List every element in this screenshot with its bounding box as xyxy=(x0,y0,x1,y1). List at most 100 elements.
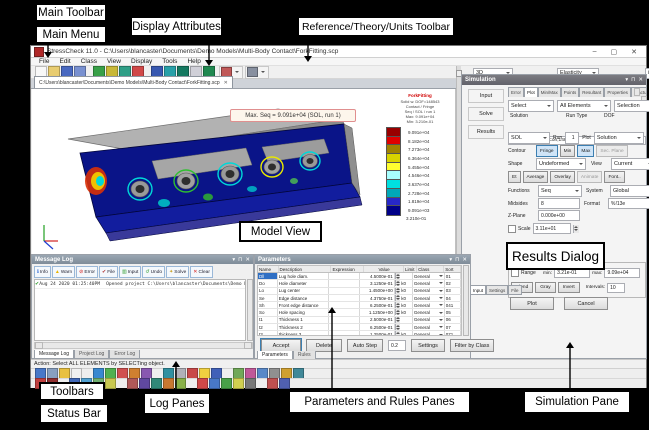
param-class-select[interactable]: General xyxy=(413,309,445,315)
toolbar-icon[interactable] xyxy=(197,378,208,389)
document-tab[interactable]: C:\Users\blancaster\Documents\Demo Model… xyxy=(34,76,233,88)
select-mode-select[interactable]: Select xyxy=(508,100,554,112)
toolbar-icon[interactable] xyxy=(187,379,196,388)
selection-select[interactable]: Selection xyxy=(614,100,649,112)
param-class-select[interactable]: General xyxy=(413,331,445,336)
results-tab[interactable]: Plot xyxy=(524,87,538,97)
intervals-field[interactable]: 10 xyxy=(607,283,625,293)
toolbar-icon[interactable] xyxy=(105,378,116,389)
menu-item[interactable]: Display xyxy=(127,57,156,66)
maximize-icon[interactable]: ▢ xyxy=(611,48,618,56)
contour-button[interactable]: Fringe xyxy=(536,145,558,157)
toolbar-icon[interactable] xyxy=(153,369,162,378)
run-field[interactable]: 1 xyxy=(565,132,579,144)
simulation-nav-button[interactable]: Solve xyxy=(468,107,504,121)
pane-close-icon[interactable]: ✕ xyxy=(462,257,467,263)
log-tab[interactable]: Project Log xyxy=(74,350,109,359)
col-value[interactable]: Value xyxy=(364,266,404,272)
log-tab[interactable]: Message Log xyxy=(34,350,74,359)
parameter-row[interactable]: Se Edge distance 4.3750e-01 k0 General 0… xyxy=(258,295,461,302)
pane-float-icon[interactable]: ⊓ xyxy=(238,257,242,263)
toolbar-icon[interactable] xyxy=(257,379,266,388)
toolbar-icon[interactable] xyxy=(221,378,232,389)
plot-tool-button[interactable]: Et xyxy=(508,171,521,183)
log-filter-button[interactable]: ✔ File xyxy=(99,266,118,278)
param-class-select[interactable]: General xyxy=(413,288,445,294)
results-tab[interactable]: Error xyxy=(508,87,524,97)
tab-scroll-left[interactable] xyxy=(634,88,640,96)
toolbar-icon[interactable] xyxy=(279,378,290,389)
menu-item[interactable]: Help xyxy=(183,57,204,66)
scroll-right-icon[interactable] xyxy=(244,342,252,349)
plot-tool-button[interactable]: Average xyxy=(523,171,549,183)
toolbar-icon[interactable] xyxy=(151,378,162,389)
param-class-select[interactable]: General xyxy=(413,302,445,308)
contour-button[interactable]: Sec. Plane xyxy=(596,145,627,157)
log-vscrollbar[interactable] xyxy=(247,279,253,341)
log-filter-button[interactable]: ✦ Solve xyxy=(166,266,189,278)
toolbar-icon[interactable] xyxy=(245,378,256,389)
parameter-row[interactable]: Do Hole diameter 3.1250e-01 k0 General 0… xyxy=(258,280,461,287)
toolbar-icon[interactable] xyxy=(83,369,92,378)
menu-item[interactable]: Class xyxy=(77,57,101,66)
tab-close-icon[interactable]: ✕ xyxy=(224,80,228,86)
settings-button[interactable]: Settings xyxy=(411,339,445,352)
pane-menu-icon[interactable]: ▾ xyxy=(449,257,452,263)
results-tab[interactable]: Points xyxy=(561,87,580,97)
scale-checkbox[interactable] xyxy=(508,225,516,233)
log-tab[interactable]: Error Log xyxy=(109,350,140,359)
cancel-button[interactable]: Cancel xyxy=(564,297,608,310)
col-limit[interactable]: Limit xyxy=(404,266,417,272)
minimize-icon[interactable]: – xyxy=(593,48,597,56)
parameter-row[interactable]: Dll Lug hole diam. 4.5000e-01 General 01 xyxy=(258,273,461,280)
param-class-select[interactable]: General xyxy=(413,324,445,330)
col-expression[interactable]: Expression xyxy=(331,266,364,272)
log-hscrollbar[interactable] xyxy=(34,342,253,349)
scroll-left-icon[interactable] xyxy=(35,342,43,349)
menu-item[interactable]: Edit xyxy=(55,57,74,66)
parameter-row[interactable]: t2 Thickness 2 6.2500e-01 General 07 xyxy=(258,324,461,331)
range-checkbox[interactable] xyxy=(511,269,519,277)
toolbar-icon[interactable] xyxy=(267,378,278,389)
log-filter-button[interactable]: ℹ Info xyxy=(34,266,51,278)
range-max-field[interactable]: 9.09e+04 xyxy=(604,268,640,278)
chevron-down-icon[interactable] xyxy=(258,68,267,77)
pane-float-icon[interactable]: ⊓ xyxy=(455,257,459,263)
log-filter-button[interactable]: ▥ Input xyxy=(119,266,141,278)
fork-fitting-model[interactable] xyxy=(40,103,376,253)
pane-menu-icon[interactable]: ▾ xyxy=(232,257,235,263)
col-name[interactable]: Name xyxy=(258,266,279,272)
parameter-row[interactable]: So Hole spacing 1.1250e+00 k0 General 05 xyxy=(258,309,461,316)
param-class-select[interactable]: General xyxy=(413,280,445,286)
results-tab[interactable]: Properties xyxy=(604,87,631,97)
simulation-nav-button[interactable]: Results xyxy=(468,125,504,139)
scale-spinner[interactable] xyxy=(573,225,579,233)
simulation-bottom-tab[interactable]: Settings xyxy=(486,285,508,295)
view-select[interactable]: Current xyxy=(611,158,649,170)
sol-select[interactable]: SOL xyxy=(508,132,550,144)
format-field[interactable]: %!13e xyxy=(608,198,649,209)
toolbar-icon[interactable] xyxy=(139,378,150,389)
param-class-select[interactable]: General xyxy=(413,273,445,279)
chevron-down-icon[interactable] xyxy=(232,68,241,77)
toolbar-icon[interactable] xyxy=(163,378,174,389)
pane-close-icon[interactable]: ✕ xyxy=(245,257,250,263)
results-tab[interactable]: Resultant xyxy=(579,87,604,97)
midsides-field[interactable]: 8 xyxy=(538,198,580,209)
parameter-row[interactable]: t1 Thickness 1 2.5000e-01 General 06 xyxy=(258,317,461,324)
pane-menu-icon[interactable]: ▾ xyxy=(625,77,628,83)
scale-field[interactable]: 3.11e+01 xyxy=(533,223,571,234)
pane-close-icon[interactable]: ✕ xyxy=(638,77,643,83)
close-icon[interactable]: ✕ xyxy=(631,48,637,56)
log-filter-button[interactable]: ✕ Clear xyxy=(190,266,213,278)
toolbar-icon[interactable] xyxy=(117,379,126,388)
log-filter-button[interactable]: ⊘ Error xyxy=(76,266,98,278)
fringe-button[interactable]: Invert xyxy=(558,282,580,293)
contour-button[interactable]: Min xyxy=(560,145,576,157)
parameters-vscrollbar[interactable] xyxy=(463,265,469,336)
toolbar-combo-icon[interactable] xyxy=(245,66,269,79)
simulation-nav-button[interactable]: Input xyxy=(468,89,504,103)
message-log-list[interactable]: ✔ Aug 24 2020 01:25:40PM Opened project … xyxy=(34,279,246,341)
system-select[interactable]: Global xyxy=(610,185,649,197)
param-class-select[interactable]: General xyxy=(413,295,445,301)
